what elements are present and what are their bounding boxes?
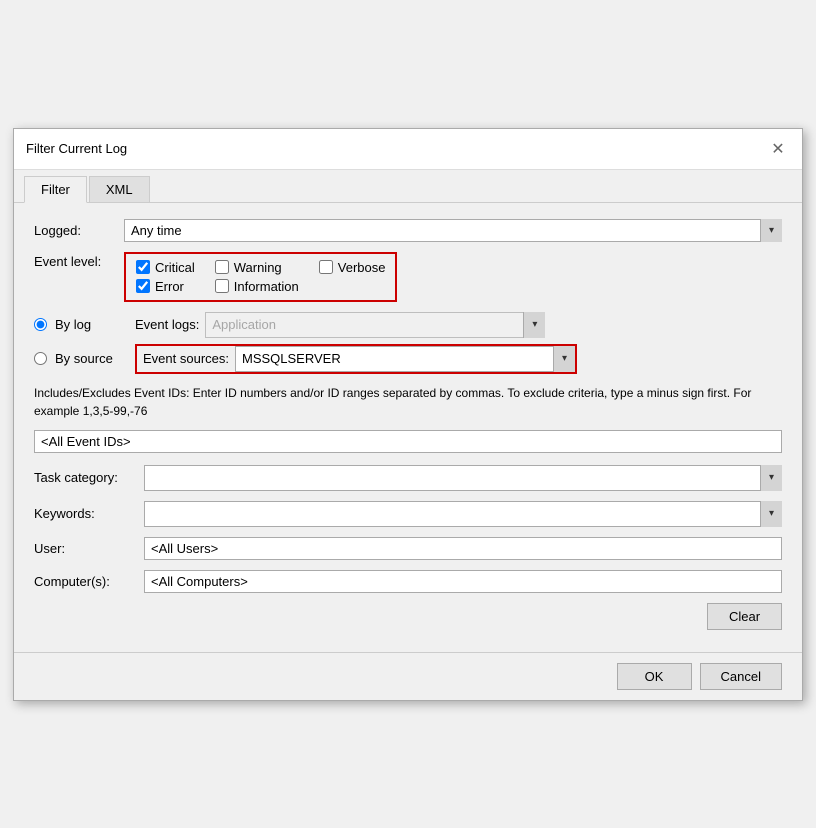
event-level-checkboxes: Critical Warning Verbose Error Info — [124, 252, 397, 302]
user-label: User: — [34, 541, 144, 556]
clear-button[interactable]: Clear — [707, 603, 782, 630]
event-logs-select-wrapper: Application ▾ — [205, 312, 545, 338]
event-source-wrapper: Event sources: MSSQLSERVER ▾ — [135, 344, 577, 374]
critical-checkbox[interactable] — [136, 260, 150, 274]
title-bar: Filter Current Log ✕ — [14, 129, 802, 170]
task-category-select-wrapper: ▾ — [144, 465, 782, 491]
by-log-label: By log — [55, 317, 135, 332]
spacer — [319, 279, 386, 294]
task-category-row: Task category: ▾ — [34, 465, 782, 491]
logged-select[interactable]: Any time Last hour Last 12 hours Last 24… — [124, 219, 782, 242]
event-sources-select-wrapper: MSSQLSERVER ▾ — [235, 346, 575, 372]
information-checkbox-item[interactable]: Information — [215, 279, 299, 294]
error-label: Error — [155, 279, 184, 294]
user-row: User: <All Users> — [34, 537, 782, 560]
source-section: By log Event logs: Application ▾ By sour… — [34, 312, 782, 374]
verbose-checkbox[interactable] — [319, 260, 333, 274]
cancel-button[interactable]: Cancel — [700, 663, 782, 690]
event-sources-label: Event sources: — [137, 348, 235, 369]
logged-label: Logged: — [34, 223, 124, 238]
computer-input[interactable]: <All Computers> — [144, 570, 782, 593]
description-text: Includes/Excludes Event IDs: Enter ID nu… — [34, 384, 782, 420]
critical-checkbox-item[interactable]: Critical — [136, 260, 195, 275]
verbose-label: Verbose — [338, 260, 386, 275]
information-label: Information — [234, 279, 299, 294]
by-log-row: By log Event logs: Application ▾ — [34, 312, 782, 338]
computer-label: Computer(s): — [34, 574, 144, 589]
dialog-title: Filter Current Log — [26, 141, 127, 156]
event-logs-label: Event logs: — [135, 317, 199, 332]
verbose-checkbox-item[interactable]: Verbose — [319, 260, 386, 275]
computer-row: Computer(s): <All Computers> — [34, 570, 782, 593]
event-level-label: Event level: — [34, 252, 124, 269]
error-checkbox-item[interactable]: Error — [136, 279, 195, 294]
warning-label: Warning — [234, 260, 282, 275]
bottom-buttons: OK Cancel — [14, 652, 802, 700]
keywords-select-wrapper: ▾ — [144, 501, 782, 527]
warning-checkbox-item[interactable]: Warning — [215, 260, 299, 275]
task-category-label: Task category: — [34, 470, 144, 485]
event-logs-select[interactable]: Application — [205, 312, 545, 338]
clear-section: Clear — [34, 603, 782, 630]
ok-button[interactable]: OK — [617, 663, 692, 690]
dialog-content: Logged: Any time Last hour Last 12 hours… — [14, 203, 802, 652]
task-category-select[interactable] — [144, 465, 782, 491]
keywords-select[interactable] — [144, 501, 782, 527]
event-level-row: Event level: Critical Warning Verbose — [34, 252, 782, 302]
tab-xml[interactable]: XML — [89, 176, 150, 202]
by-source-row: By source Event sources: MSSQLSERVER ▾ — [34, 344, 782, 374]
keywords-label: Keywords: — [34, 506, 144, 521]
tab-filter[interactable]: Filter — [24, 176, 87, 203]
critical-label: Critical — [155, 260, 195, 275]
by-log-radio[interactable] — [34, 318, 47, 331]
information-checkbox[interactable] — [215, 279, 229, 293]
event-sources-select[interactable]: MSSQLSERVER — [235, 346, 575, 372]
logged-row: Logged: Any time Last hour Last 12 hours… — [34, 219, 782, 242]
error-checkbox[interactable] — [136, 279, 150, 293]
close-button[interactable]: ✕ — [766, 137, 790, 161]
logged-select-wrapper: Any time Last hour Last 12 hours Last 24… — [124, 219, 782, 242]
by-source-label: By source — [55, 351, 135, 366]
filter-dialog: Filter Current Log ✕ Filter XML Logged: … — [13, 128, 803, 701]
user-input[interactable]: <All Users> — [144, 537, 782, 560]
keywords-row: Keywords: ▾ — [34, 501, 782, 527]
tabs-container: Filter XML — [14, 170, 802, 203]
by-source-radio[interactable] — [34, 352, 47, 365]
warning-checkbox[interactable] — [215, 260, 229, 274]
event-ids-input[interactable]: <All Event IDs> — [34, 430, 782, 453]
